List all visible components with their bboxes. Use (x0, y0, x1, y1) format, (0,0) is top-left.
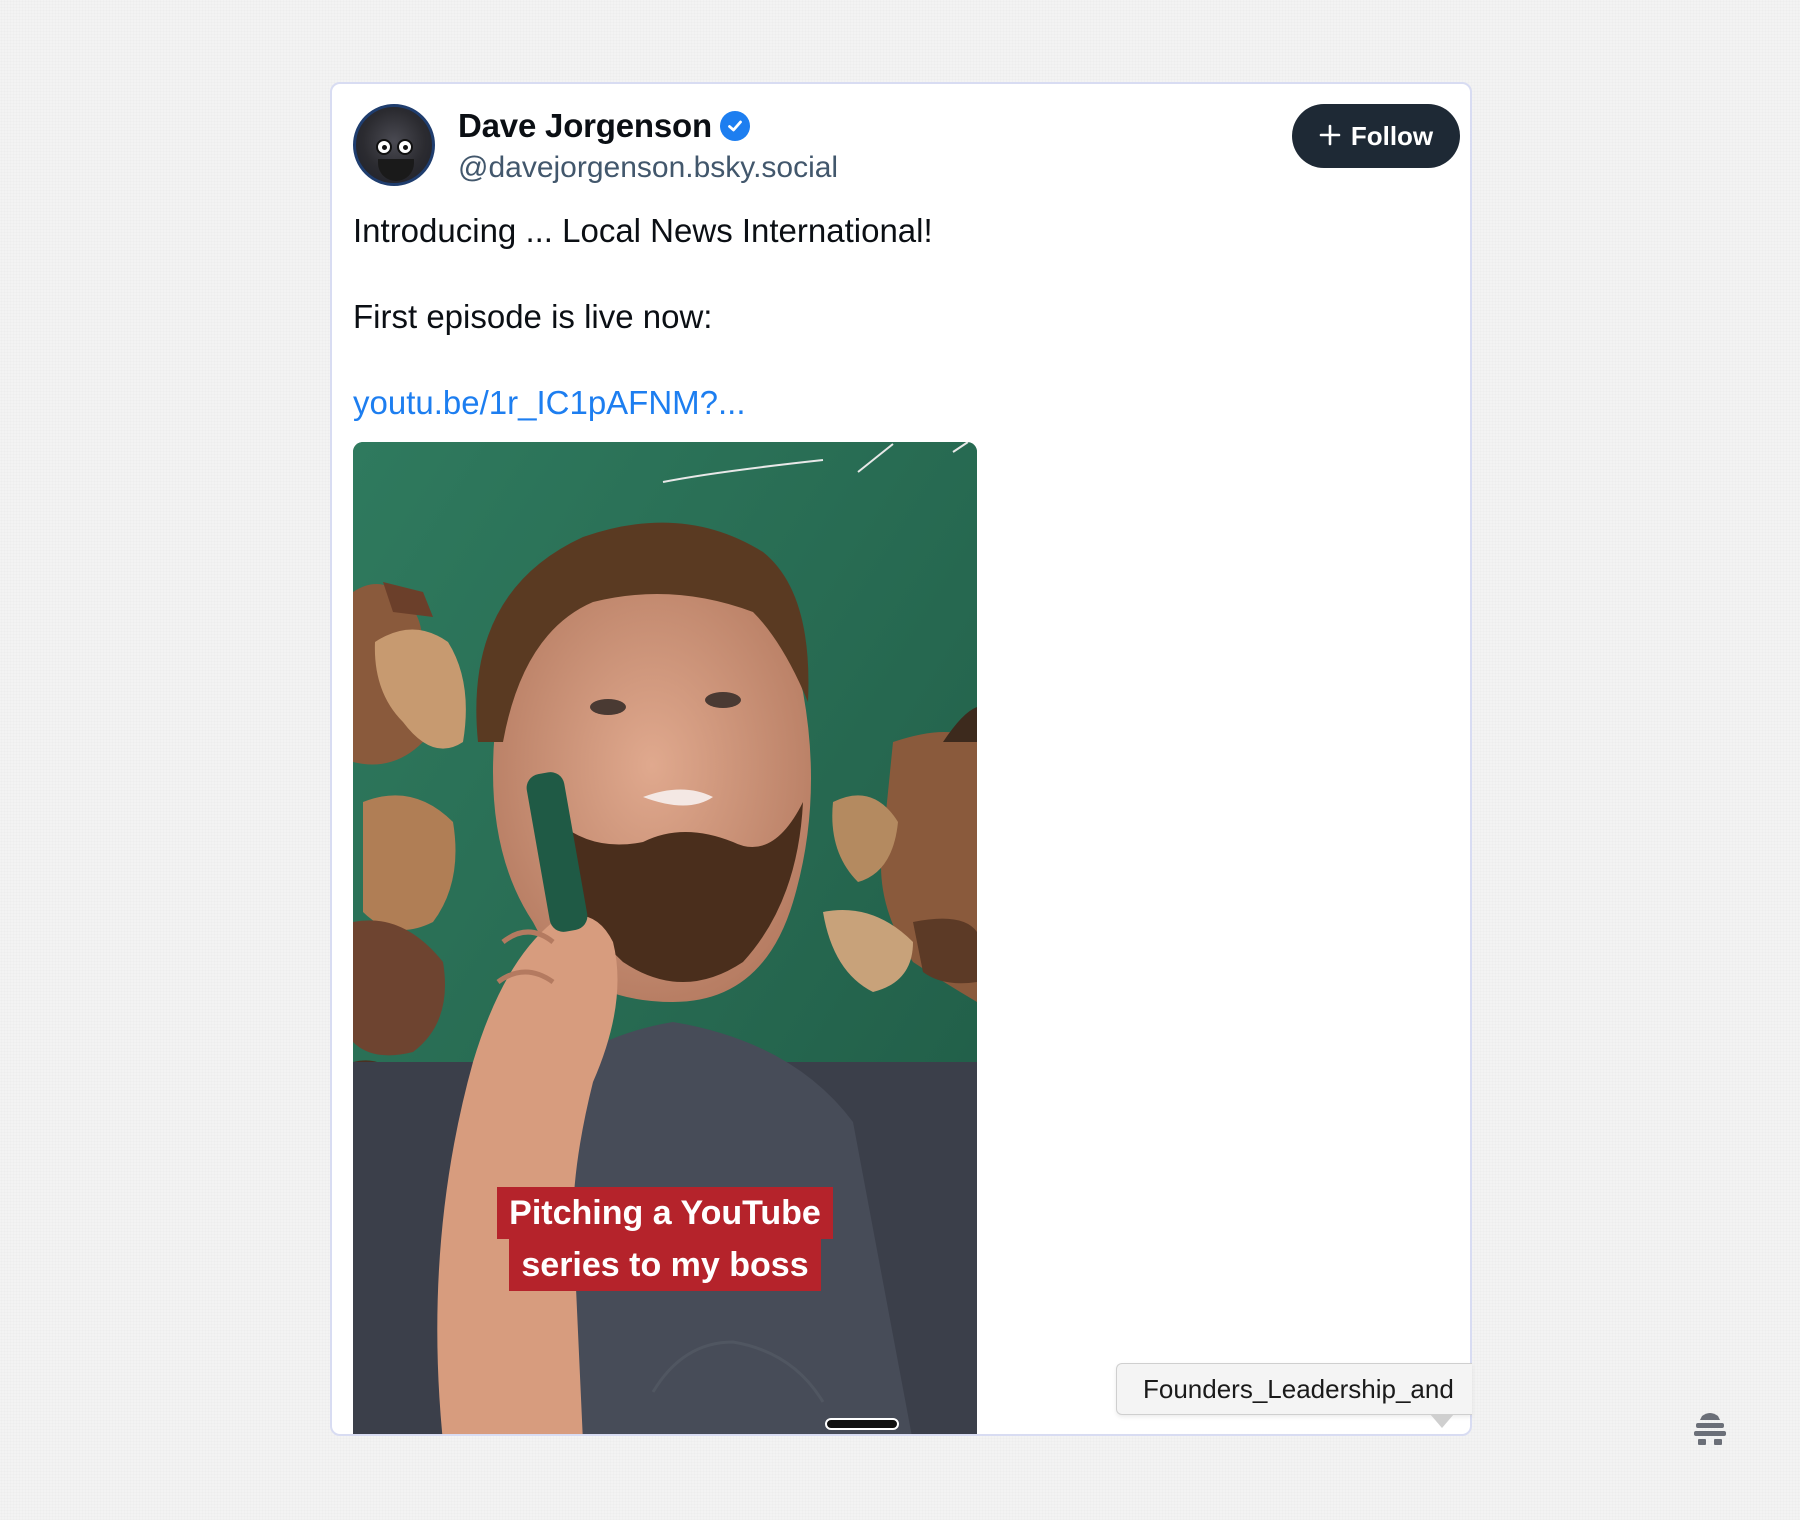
post-card: Dave Jorgenson @davejorgenson.bsky.socia… (330, 82, 1472, 1436)
video-caption: Pitching a YouTube series to my boss (353, 1187, 977, 1291)
author-avatar[interactable] (353, 104, 435, 186)
post-header: Dave Jorgenson @davejorgenson.bsky.socia… (353, 104, 1460, 188)
follow-button[interactable]: Follow (1292, 104, 1460, 168)
video-caption-line-1: Pitching a YouTube (497, 1187, 833, 1239)
video-caption-line-2: series to my boss (509, 1239, 821, 1291)
author-name-row: Dave Jorgenson (458, 107, 750, 145)
filename-tooltip: Founders_Leadership_and (1116, 1363, 1472, 1415)
follow-button-label: Follow (1350, 120, 1434, 151)
verified-check-icon (719, 111, 750, 141)
post-text-line-1: Introducing ... Local News International… (353, 212, 933, 249)
post-text-line-2: First episode is live now: (353, 298, 713, 335)
tooltip-tail (1430, 1414, 1454, 1428)
author-display-name[interactable]: Dave Jorgenson (458, 107, 712, 145)
avatar-eye-left (376, 139, 392, 155)
avatar-beard (378, 159, 414, 181)
avatar-eye-right (397, 139, 413, 155)
plus-icon (1319, 118, 1341, 152)
post-link[interactable]: youtu.be/1r_IC1pAFNM?... (353, 381, 746, 424)
video-embed[interactable]: Pitching a YouTube series to my boss (353, 442, 977, 1434)
author-handle[interactable]: @davejorgenson.bsky.social (458, 151, 838, 185)
video-scrub-handle[interactable] (825, 1418, 899, 1430)
tooltip-text: Founders_Leadership_and (1143, 1373, 1454, 1404)
post-body: Introducing ... Local News International… (353, 209, 933, 338)
stacked-logo-icon[interactable] (1692, 1412, 1728, 1446)
